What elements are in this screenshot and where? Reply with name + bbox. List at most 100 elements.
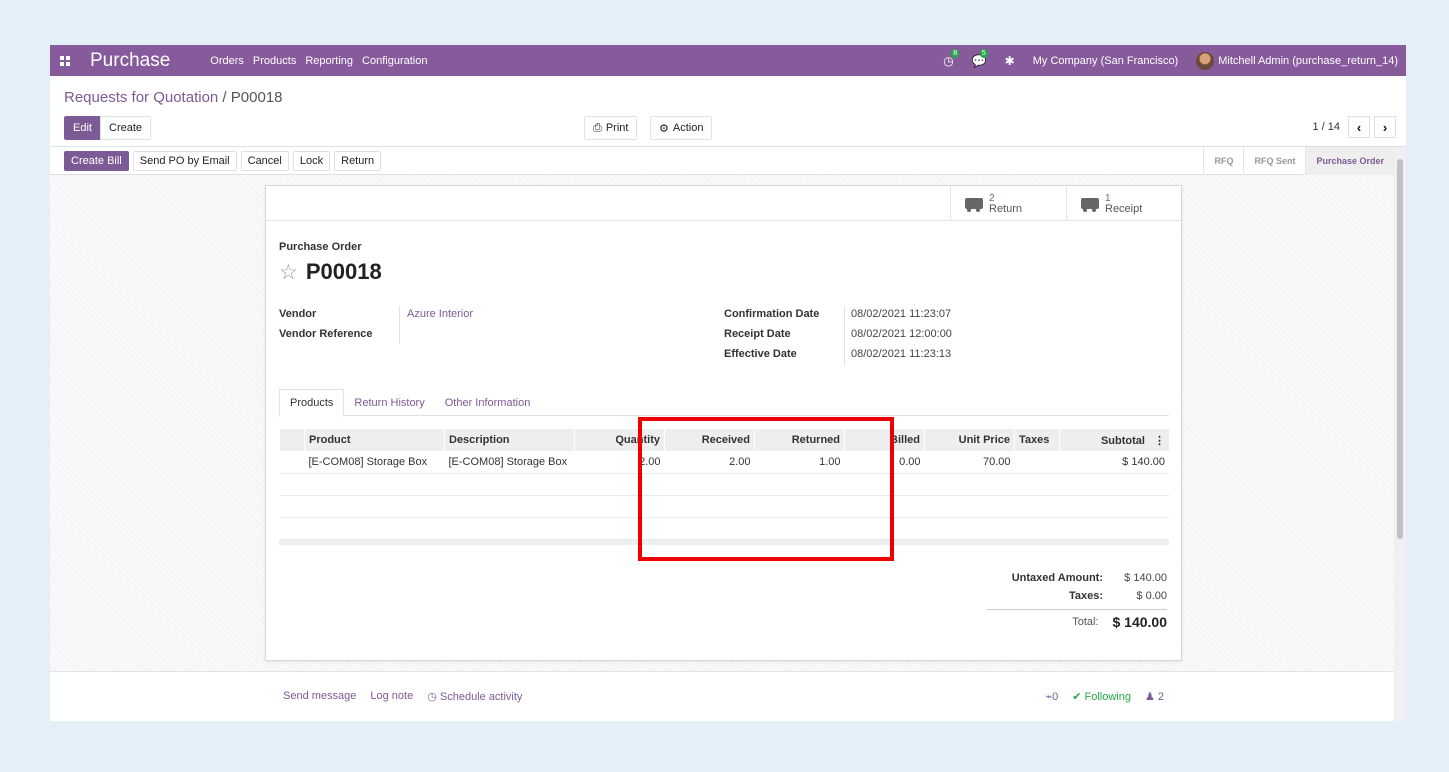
messages-icon[interactable]: 💬 5 [972, 48, 988, 68]
schedule-activity-button[interactable]: ◷ Schedule activity [427, 690, 522, 703]
action-label: Action [672, 122, 704, 134]
menu-products[interactable]: Products [253, 55, 296, 67]
cell-billed[interactable]: 0.00 [844, 451, 925, 474]
column-header-product[interactable]: Product [304, 429, 445, 451]
receipt-date-field[interactable]: 08/02/2021 12:00:00 [851, 328, 952, 340]
status-buttons: Create Bill Send PO by Email Cancel Lock… [64, 151, 382, 171]
attachments-button[interactable]: ⌁0 [1045, 690, 1058, 703]
empty-table-row [279, 517, 1169, 540]
messages-count-badge: 5 [979, 48, 988, 58]
receipts-smart-button[interactable]: 1 Receipt [1066, 186, 1181, 221]
pager-previous-button[interactable]: ‹ [1348, 116, 1370, 138]
tab-products[interactable]: Products [279, 389, 345, 417]
menu-reporting[interactable]: Reporting [305, 55, 353, 67]
taxes-label: Taxes: [1068, 590, 1103, 602]
receipt-date-label: Receipt Date [724, 328, 791, 340]
printer-icon: ⎙ [593, 121, 602, 134]
cell-quantity[interactable]: 2.00 [574, 451, 665, 474]
debug-bug-icon[interactable]: ✱ [1005, 54, 1015, 68]
subtotal-label: Subtotal [1100, 434, 1145, 447]
cancel-button[interactable]: Cancel [240, 151, 289, 171]
app-brand[interactable]: Purchase [90, 50, 170, 72]
followers-button[interactable]: ♟ 2 [1145, 690, 1164, 703]
activity-count-badge: 8 [951, 48, 960, 58]
returns-label: Return [989, 202, 1023, 215]
optional-columns-icon[interactable]: ⋮ [1154, 435, 1165, 447]
pager-value[interactable]: 1 / 14 [1312, 121, 1340, 133]
table-footer [279, 539, 1169, 545]
column-header-description[interactable]: Description [444, 429, 575, 451]
stage-rfq-sent[interactable]: RFQ Sent [1243, 147, 1305, 175]
handle-column-header [279, 429, 305, 451]
pager-next-button[interactable]: › [1374, 116, 1396, 138]
truck-icon [1081, 198, 1099, 212]
star-icon[interactable]: ☆ [279, 260, 298, 285]
column-header-received[interactable]: Received [664, 429, 755, 451]
order-lines-table: Product Description Quantity Received Re… [279, 429, 1169, 545]
send-po-email-button[interactable]: Send PO by Email [132, 151, 237, 171]
stage-rfq[interactable]: RFQ [1203, 147, 1243, 175]
print-button[interactable]: ⎙ Print [584, 116, 638, 140]
column-header-unit-price[interactable]: Unit Price [924, 429, 1015, 451]
receipts-count: 1 [1105, 192, 1111, 204]
effective-date-field[interactable]: 08/02/2021 11:23:13 [851, 348, 951, 360]
vendor-label: Vendor [279, 308, 317, 320]
return-button[interactable]: Return [334, 151, 382, 171]
edit-button[interactable]: Edit [64, 116, 101, 140]
cell-unit-price[interactable]: 70.00 [924, 451, 1015, 474]
empty-table-row [279, 495, 1169, 518]
cell-received[interactable]: 2.00 [664, 451, 755, 474]
followers-count: 2 [1157, 691, 1164, 703]
chevron-left-icon: ‹ [1356, 119, 1362, 135]
column-header-taxes[interactable]: Taxes [1014, 429, 1060, 451]
total-value: $ 140.00 [1112, 614, 1168, 630]
breadcrumb-parent[interactable]: Requests for Quotation [64, 89, 218, 106]
following-button[interactable]: ✔ Following [1072, 690, 1131, 703]
taxes-value: $ 0.00 [1136, 590, 1167, 602]
menu-configuration[interactable]: Configuration [362, 55, 427, 67]
cell-taxes[interactable] [1014, 451, 1060, 474]
page-scrollbar[interactable] [1394, 147, 1406, 721]
vendor-field[interactable]: Azure Interior [407, 308, 473, 320]
row-handle [279, 451, 305, 474]
create-bill-button[interactable]: Create Bill [64, 151, 129, 171]
column-header-quantity[interactable]: Quantity [574, 429, 665, 451]
menu-orders[interactable]: Orders [210, 55, 244, 67]
cell-returned[interactable]: 1.00 [754, 451, 845, 474]
confirmation-date-field[interactable]: 08/02/2021 11:23:07 [851, 308, 951, 320]
cell-product[interactable]: [E-COM08] Storage Box [304, 451, 445, 474]
pager: 1 / 14 ‹ › [1312, 116, 1396, 138]
user-menu[interactable]: Mitchell Admin (purchase_return_14) [1218, 55, 1398, 67]
column-header-billed[interactable]: Billed [844, 429, 925, 451]
tab-other-information[interactable]: Other Information [435, 389, 541, 416]
create-button[interactable]: Create [100, 116, 152, 140]
effective-date-label: Effective Date [724, 348, 797, 360]
cell-subtotal: $ 140.00 [1059, 451, 1169, 474]
total-label: Total: [1072, 616, 1099, 628]
send-message-button[interactable]: Send message [283, 690, 356, 703]
action-button[interactable]: ⚙ Action [650, 116, 713, 140]
table-header-row: Product Description Quantity Received Re… [279, 429, 1169, 451]
table-row[interactable]: [E-COM08] Storage Box [E-COM08] Storage … [279, 451, 1169, 474]
log-note-button[interactable]: Log note [370, 690, 413, 703]
user-avatar[interactable] [1196, 51, 1215, 70]
apps-menu-icon[interactable] [50, 45, 80, 76]
company-switcher[interactable]: My Company (San Francisco) [1033, 55, 1179, 67]
column-header-subtotal[interactable]: Subtotal ⋮ [1059, 429, 1169, 451]
scrollbar-thumb[interactable] [1397, 159, 1403, 539]
lock-button[interactable]: Lock [292, 151, 331, 171]
tab-return-history[interactable]: Return History [344, 389, 434, 416]
returns-smart-button[interactable]: 2 Return [950, 186, 1065, 221]
column-header-returned[interactable]: Returned [754, 429, 845, 451]
gear-icon: ⚙ [659, 122, 669, 135]
user-icon: ♟ [1144, 691, 1158, 703]
schedule-activity-label: Schedule activity [439, 691, 523, 703]
cell-description[interactable]: [E-COM08] Storage Box [444, 451, 575, 474]
truck-icon [965, 198, 983, 212]
totals-section: Untaxed Amount: $ 140.00 Taxes: $ 0.00 T… [987, 569, 1167, 634]
clock-icon: ◷ [427, 691, 440, 703]
stage-purchase-order[interactable]: Purchase Order [1305, 147, 1394, 175]
activity-clock-icon[interactable]: ◷ 8 [943, 48, 960, 68]
check-icon: ✔ [1072, 691, 1085, 703]
confirmation-date-label: Confirmation Date [724, 308, 820, 320]
